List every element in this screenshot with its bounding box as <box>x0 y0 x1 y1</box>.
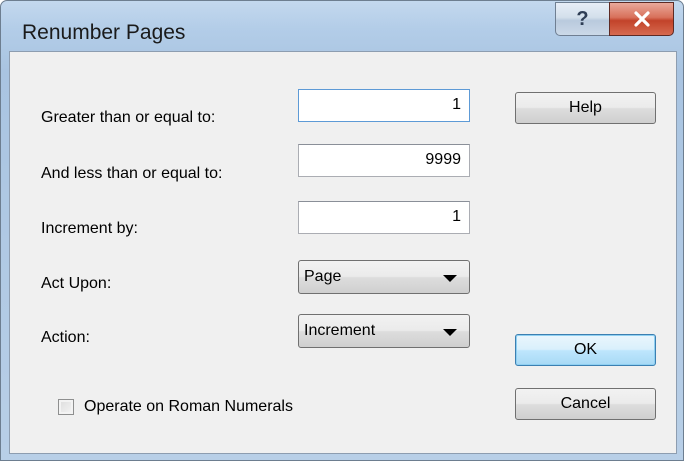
increment-by-input[interactable]: 1 <box>298 201 470 234</box>
less-than-input[interactable]: 9999 <box>298 144 470 177</box>
cancel-button[interactable]: Cancel <box>515 388 656 420</box>
action-label: Action: <box>41 329 90 346</box>
dialog-window: Renumber Pages ? Greater than or equal t… <box>0 0 684 461</box>
question-mark-icon: ? <box>576 7 589 30</box>
help-button[interactable]: Help <box>515 92 656 124</box>
roman-numerals-label[interactable]: Operate on Roman Numerals <box>84 397 293 417</box>
action-select[interactable]: Increment <box>298 314 470 348</box>
act-upon-label: Act Upon: <box>41 275 112 292</box>
increment-by-label: Increment by: <box>41 220 138 237</box>
roman-numerals-checkbox[interactable] <box>58 399 74 415</box>
act-upon-value: Page <box>304 268 342 285</box>
greater-than-label: Greater than or equal to: <box>41 109 216 126</box>
action-value: Increment <box>304 322 376 339</box>
ok-button[interactable]: OK <box>515 334 656 366</box>
close-icon <box>633 11 650 27</box>
act-upon-select[interactable]: Page <box>298 260 470 294</box>
dropdown-arrow-icon <box>443 329 457 336</box>
greater-than-input[interactable]: 1 <box>298 89 470 122</box>
dropdown-arrow-icon <box>443 275 457 282</box>
close-button[interactable] <box>609 2 674 36</box>
help-titlebar-button[interactable]: ? <box>555 2 609 36</box>
dialog-body: Greater than or equal to: 1 And less tha… <box>9 51 677 454</box>
window-title: Renumber Pages <box>22 21 186 44</box>
less-than-label: And less than or equal to: <box>41 165 223 182</box>
